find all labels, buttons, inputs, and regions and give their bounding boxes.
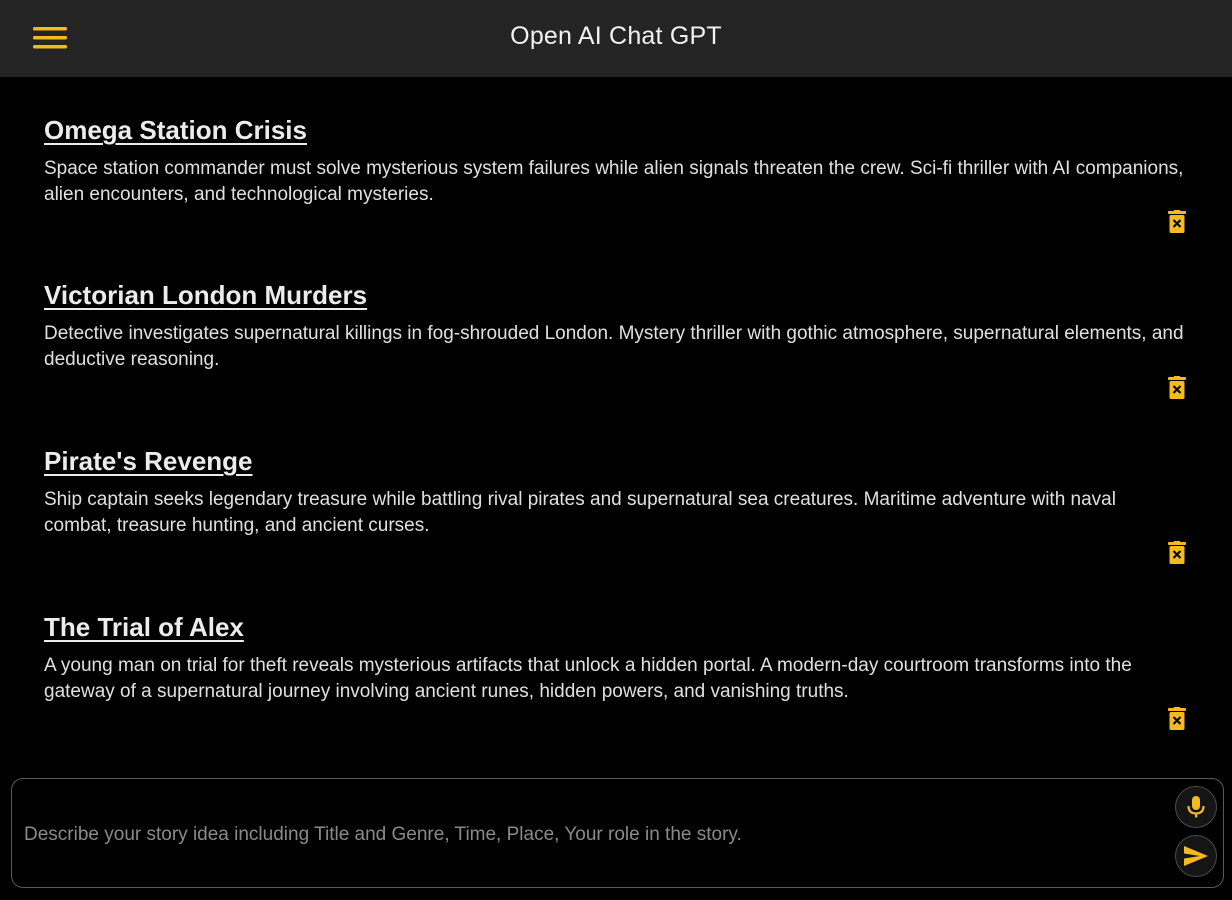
trash-icon: [1168, 707, 1186, 730]
story-prompt-input[interactable]: [24, 815, 1164, 855]
trash-icon: [1168, 376, 1186, 399]
delete-story-button[interactable]: [1166, 540, 1188, 566]
microphone-icon: [1187, 796, 1205, 818]
send-icon: [1184, 846, 1208, 866]
voice-input-button[interactable]: [1175, 786, 1217, 828]
app-header: Open AI Chat GPT: [0, 0, 1232, 77]
story-title-link[interactable]: Omega Station Crisis: [44, 115, 307, 146]
story-description: Ship captain seeks legendary treasure wh…: [44, 489, 1116, 536]
story-title-link[interactable]: Victorian London Murders: [44, 280, 367, 311]
message-composer: [11, 778, 1224, 888]
delete-story-button[interactable]: [1166, 209, 1188, 235]
app-title: Open AI Chat GPT: [510, 22, 722, 50]
story-item: Victorian London Murders Detective inves…: [44, 280, 1194, 446]
story-description: Detective investigates supernatural kill…: [44, 323, 1184, 370]
story-item: Pirate's Revenge Ship captain seeks lege…: [44, 446, 1194, 612]
story-description: A young man on trial for theft reveals m…: [44, 655, 1132, 702]
story-item: The Trial of Alex A young man on trial f…: [44, 612, 1194, 773]
hamburger-menu-icon: [33, 27, 67, 49]
delete-story-button[interactable]: [1166, 706, 1188, 732]
app-root: Open AI Chat GPT Omega Station Crisis Sp…: [0, 0, 1232, 900]
story-title-link[interactable]: Pirate's Revenge: [44, 446, 253, 477]
trash-icon: [1168, 541, 1186, 564]
delete-story-button[interactable]: [1166, 375, 1188, 401]
story-item: Omega Station Crisis Space station comma…: [44, 115, 1194, 281]
story-description: Space station commander must solve myste…: [44, 158, 1184, 205]
send-button[interactable]: [1175, 835, 1217, 877]
menu-button[interactable]: [26, 18, 74, 58]
story-title-link[interactable]: The Trial of Alex: [44, 612, 244, 643]
story-list: Omega Station Crisis Space station comma…: [0, 77, 1232, 773]
trash-icon: [1168, 210, 1186, 233]
